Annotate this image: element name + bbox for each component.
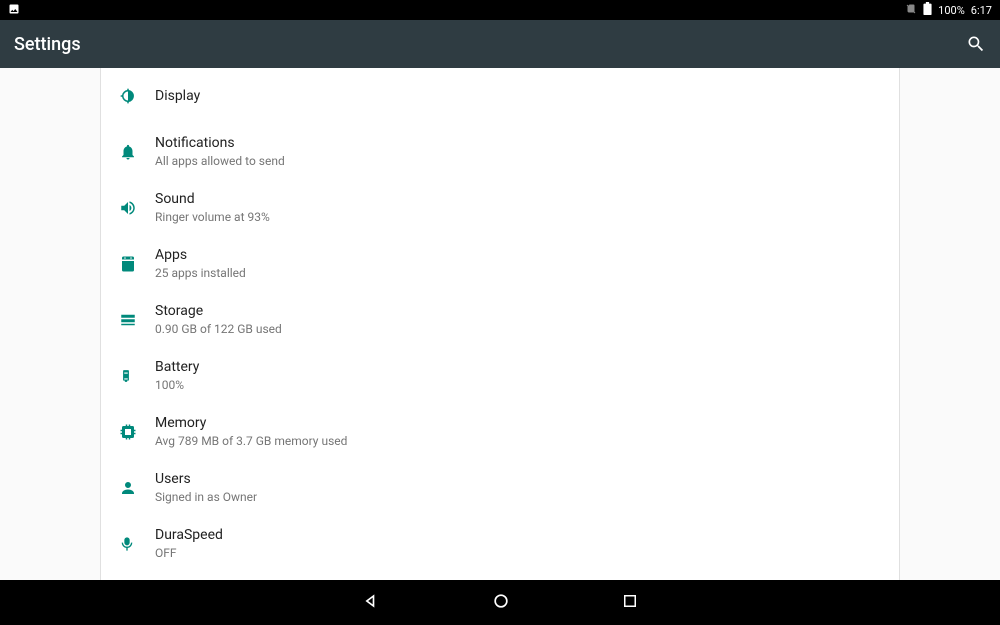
item-title: Users bbox=[155, 470, 257, 488]
recents-button[interactable] bbox=[621, 592, 639, 614]
home-icon bbox=[491, 591, 511, 611]
navigation-bar bbox=[0, 580, 1000, 625]
item-subtitle: 100% bbox=[155, 378, 199, 394]
item-subtitle: 25 apps installed bbox=[155, 266, 246, 282]
settings-list: Display Notifications All apps allowed to … bbox=[100, 68, 900, 580]
battery-icon bbox=[119, 367, 155, 385]
item-subtitle: Avg 789 MB of 3.7 GB memory used bbox=[155, 434, 347, 450]
search-button[interactable] bbox=[966, 34, 986, 54]
settings-item-duraspeed[interactable]: DuraSpeed OFF bbox=[101, 516, 899, 572]
back-button[interactable] bbox=[361, 591, 381, 615]
content-area: Display Notifications All apps allowed to … bbox=[0, 68, 1000, 580]
item-title: Notifications bbox=[155, 134, 285, 152]
item-subtitle: 0.90 GB of 122 GB used bbox=[155, 322, 282, 338]
status-bar: 100% 6:17 bbox=[0, 0, 1000, 20]
duraspeed-icon bbox=[119, 535, 155, 553]
item-title: Battery bbox=[155, 358, 199, 376]
search-icon bbox=[966, 34, 986, 54]
memory-icon bbox=[119, 423, 155, 441]
item-subtitle: Signed in as Owner bbox=[155, 490, 257, 506]
back-icon bbox=[361, 591, 381, 611]
recents-icon bbox=[621, 592, 639, 610]
settings-item-memory[interactable]: Memory Avg 789 MB of 3.7 GB memory used bbox=[101, 404, 899, 460]
item-title: Storage bbox=[155, 302, 282, 320]
battery-percent: 100% bbox=[938, 4, 965, 17]
settings-item-users[interactable]: Users Signed in as Owner bbox=[101, 460, 899, 516]
settings-item-apps[interactable]: Apps 25 apps installed bbox=[101, 236, 899, 292]
page-title: Settings bbox=[14, 34, 81, 55]
clock: 6:17 bbox=[971, 4, 992, 17]
home-button[interactable] bbox=[491, 591, 511, 615]
sound-icon bbox=[119, 199, 155, 217]
no-sim-icon bbox=[905, 3, 917, 18]
apps-icon bbox=[119, 255, 155, 273]
item-subtitle: All apps allowed to send bbox=[155, 154, 285, 170]
image-icon bbox=[8, 3, 20, 18]
settings-item-storage[interactable]: Storage 0.90 GB of 122 GB used bbox=[101, 292, 899, 348]
item-title: DuraSpeed bbox=[155, 526, 223, 544]
storage-icon bbox=[119, 311, 155, 329]
item-subtitle: Ringer volume at 93% bbox=[155, 210, 270, 226]
item-subtitle: OFF bbox=[155, 546, 223, 562]
users-icon bbox=[119, 479, 155, 497]
settings-item-notifications[interactable]: Notifications All apps allowed to send bbox=[101, 124, 899, 180]
app-bar: Settings bbox=[0, 20, 1000, 68]
item-title: Display bbox=[155, 87, 200, 105]
settings-item-sound[interactable]: Sound Ringer volume at 93% bbox=[101, 180, 899, 236]
item-title: Sound bbox=[155, 190, 270, 208]
notifications-icon bbox=[119, 143, 155, 161]
item-title: Apps bbox=[155, 246, 246, 264]
settings-item-battery[interactable]: Battery 100% bbox=[101, 348, 899, 404]
display-icon bbox=[119, 87, 155, 105]
item-title: Memory bbox=[155, 414, 347, 432]
settings-item-display[interactable]: Display bbox=[101, 68, 899, 124]
battery-icon bbox=[923, 2, 932, 18]
